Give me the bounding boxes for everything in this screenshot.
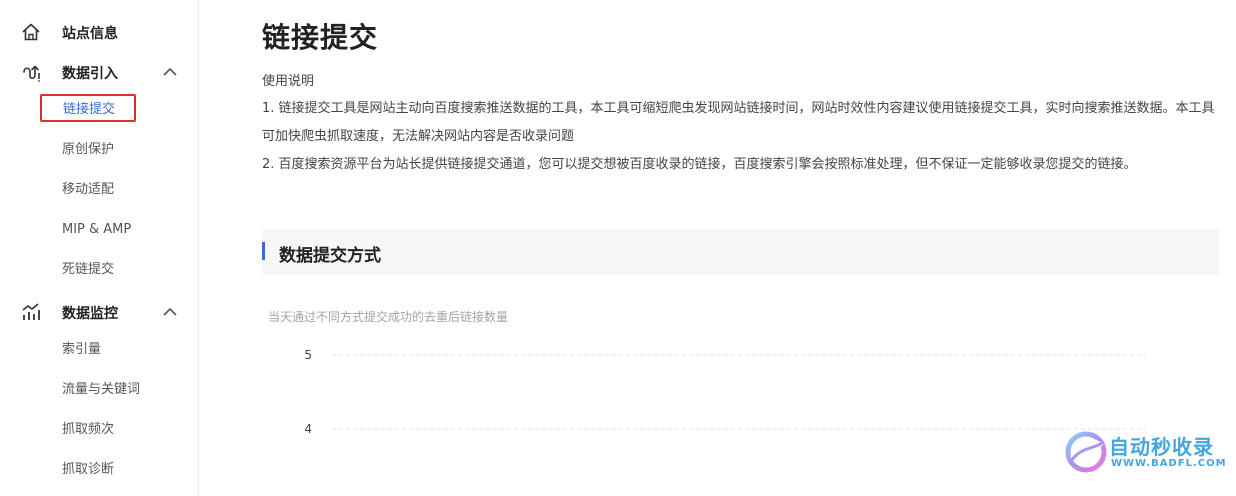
sidebar: 站点信息 数据引入 链接提交 原创保护 移动适配 MIP & AMP 死链提交 … [0,0,199,496]
usage-paragraph-1: 1. 链接提交工具是网站主动向百度搜索推送数据的工具，本工具可缩短爬虫发现网站链… [262,101,1215,144]
usage-paragraph-2: 2. 百度搜索资源平台为站长提供链接提交通道，您可以提交想被百度收录的链接，百度… [262,157,1137,172]
sidebar-item-crawl-frequency[interactable]: 抓取频次 [62,418,114,442]
chart-title: 当天通过不同方式提交成功的去重后链接数量 [268,310,509,324]
usage-title: 使用说明 [262,74,315,89]
sidebar-group-label: 数据引入 [62,66,118,82]
sidebar-item-original-protection[interactable]: 原创保护 [62,138,114,162]
sidebar-item-link-submit[interactable]: 链接提交 [40,94,136,122]
chart-y-tick-label: 5 [304,348,312,362]
home-icon [22,23,40,41]
watermark-text: 自动秒收录 [1109,435,1214,459]
sidebar-group-data-monitor[interactable]: 数据监控 [0,297,198,327]
section-header: 数据提交方式 [262,229,1219,275]
sidebar-item-index-volume[interactable]: 索引量 [62,338,101,362]
sidebar-group-data-import[interactable]: 数据引入 [0,57,198,87]
sidebar-item-dead-link[interactable]: 死链提交 [62,258,114,282]
sidebar-item-site-info[interactable]: 站点信息 [0,17,198,47]
sidebar-item-traffic-keywords[interactable]: 流量与关键词 [62,378,140,402]
sidebar-item-label: 站点信息 [62,26,118,42]
chart: 54 [304,348,1146,436]
watermark-url: WWW.BADFL.COM [1111,458,1227,469]
section-accent-bar [262,242,265,260]
sidebar-item-mobile-adapt[interactable]: 移动适配 [62,178,114,202]
data-import-icon [23,65,40,82]
section-title: 数据提交方式 [279,246,381,266]
sidebar-group-label: 数据监控 [62,306,118,322]
sidebar-item-mip-amp[interactable]: MIP & AMP [62,218,131,242]
page-title: 链接提交 [262,21,379,54]
chart-icon [22,303,40,320]
chart-y-tick-label: 4 [304,422,312,436]
chevron-up-icon[interactable] [162,306,178,318]
sidebar-item-crawl-diagnosis[interactable]: 抓取诊断 [62,458,114,482]
chevron-up-icon[interactable] [162,66,178,78]
